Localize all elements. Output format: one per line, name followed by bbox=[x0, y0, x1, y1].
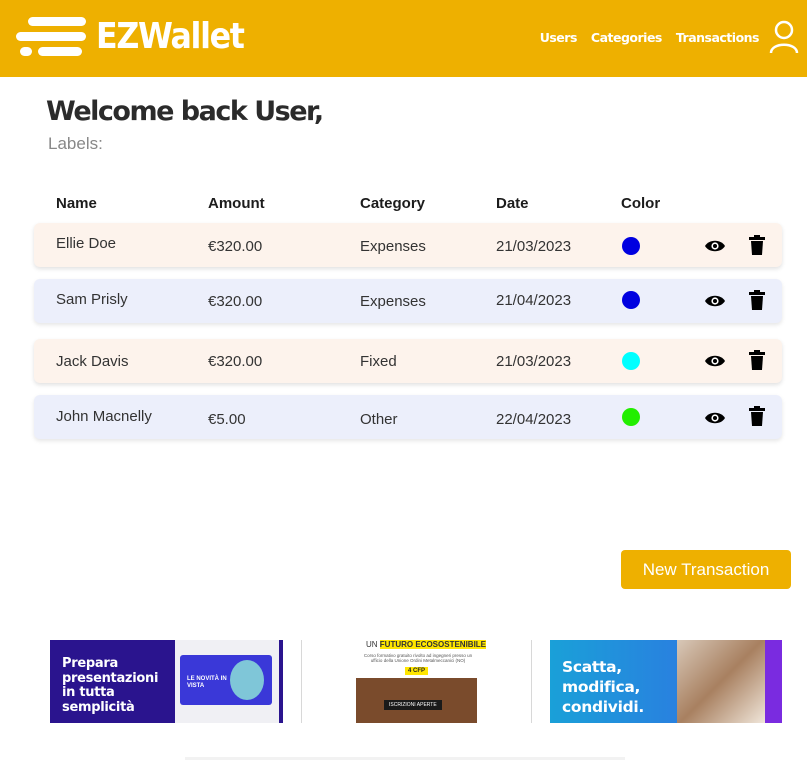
col-name: Name bbox=[56, 195, 97, 212]
row-date: 21/03/2023 bbox=[496, 238, 572, 255]
col-color: Color bbox=[621, 195, 661, 212]
ad2-head-plain: UN bbox=[366, 640, 380, 649]
ad1-image bbox=[230, 660, 264, 700]
row-category: Expenses bbox=[360, 293, 426, 310]
labels-heading: Labels: bbox=[48, 134, 103, 153]
ad1-headline: Prepara presentazioni in tutta semplicit… bbox=[62, 656, 159, 715]
col-amount: Amount bbox=[208, 195, 265, 212]
row-category: Expenses bbox=[360, 238, 426, 255]
app-header: EZWallet Users Categories Transactions bbox=[0, 0, 807, 77]
view-eye-icon[interactable] bbox=[704, 354, 726, 368]
ad-banner-strip: Prepara presentazioni in tutta semplicit… bbox=[50, 640, 782, 723]
ad2-headline: UN FUTURO ECOSOSTENIBILE bbox=[366, 640, 487, 649]
nav-categories[interactable]: Categories bbox=[591, 30, 662, 45]
category-color-dot bbox=[622, 237, 640, 255]
ad-divider bbox=[531, 640, 532, 723]
row-name: Jack Davis bbox=[56, 353, 129, 370]
ad-banner-photo[interactable]: Scatta, modifica, condividi. bbox=[550, 640, 782, 723]
delete-trash-icon[interactable] bbox=[749, 290, 765, 310]
page-title: Welcome back User, bbox=[46, 96, 324, 127]
ad2-subtext: Corso formativo gratuito rivolto ad inge… bbox=[363, 653, 473, 663]
table-row[interactable]: Ellie Doe €320.00 Expenses 21/03/2023 bbox=[34, 223, 782, 267]
row-date: 22/04/2023 bbox=[496, 411, 572, 428]
ad1-card-text: LE NOVITÀ IN VISTA bbox=[187, 676, 227, 689]
ad2-head-highlight: FUTURO ECOSOSTENIBILE bbox=[379, 640, 487, 649]
row-name: Sam Prisly bbox=[56, 291, 128, 308]
row-amount: €5.00 bbox=[208, 411, 246, 428]
ad-banner-presentations[interactable]: Prepara presentazioni in tutta semplicit… bbox=[50, 640, 283, 723]
row-name: John Macnelly bbox=[56, 408, 152, 425]
ad2-cta: ISCRIZIONI APERTE bbox=[384, 700, 442, 710]
delete-trash-icon[interactable] bbox=[749, 235, 765, 255]
ad3-headline: Scatta, modifica, condividi. bbox=[562, 658, 644, 716]
row-amount: €320.00 bbox=[208, 353, 263, 370]
delete-trash-icon[interactable] bbox=[749, 350, 765, 370]
table-row[interactable]: Jack Davis €320.00 Fixed 21/03/2023 bbox=[34, 339, 782, 383]
category-color-dot bbox=[622, 291, 640, 309]
category-color-dot bbox=[622, 352, 640, 370]
table-header: Name Amount Category Date Color bbox=[0, 195, 807, 215]
nav-users[interactable]: Users bbox=[540, 30, 578, 45]
table-row[interactable]: John Macnelly €5.00 Other 22/04/2023 bbox=[34, 395, 782, 439]
view-eye-icon[interactable] bbox=[704, 411, 726, 425]
delete-trash-icon[interactable] bbox=[749, 406, 765, 426]
ad-banner-ecofuture[interactable]: UN FUTURO ECOSOSTENIBILE Corso formativo… bbox=[302, 640, 531, 723]
col-category: Category bbox=[360, 195, 426, 212]
logo-text: EZWallet bbox=[96, 16, 245, 57]
row-category: Fixed bbox=[360, 353, 397, 370]
ad2-cfp-badge: 4 CFP bbox=[405, 667, 429, 675]
ad3-photo-image bbox=[677, 640, 765, 723]
nav-transactions[interactable]: Transactions bbox=[676, 30, 760, 45]
row-amount: €320.00 bbox=[208, 293, 263, 310]
main-nav: Users Categories Transactions bbox=[540, 30, 760, 45]
ezwallet-logo[interactable]: EZWallet bbox=[16, 14, 245, 60]
speed-lines-icon bbox=[16, 17, 86, 56]
col-date: Date bbox=[496, 195, 529, 212]
category-color-dot bbox=[622, 408, 640, 426]
row-name: Ellie Doe bbox=[56, 235, 117, 252]
user-profile-icon[interactable] bbox=[769, 20, 799, 54]
view-eye-icon[interactable] bbox=[704, 294, 726, 308]
row-category: Other bbox=[360, 411, 398, 428]
row-amount: €320.00 bbox=[208, 238, 263, 255]
view-eye-icon[interactable] bbox=[704, 239, 726, 253]
row-date: 21/03/2023 bbox=[496, 353, 572, 370]
table-row[interactable]: Sam Prisly €320.00 Expenses 21/04/2023 bbox=[34, 279, 782, 323]
row-date: 21/04/2023 bbox=[496, 292, 572, 309]
new-transaction-button[interactable]: New Transaction bbox=[621, 550, 791, 589]
ad3-side-bar bbox=[765, 640, 782, 723]
